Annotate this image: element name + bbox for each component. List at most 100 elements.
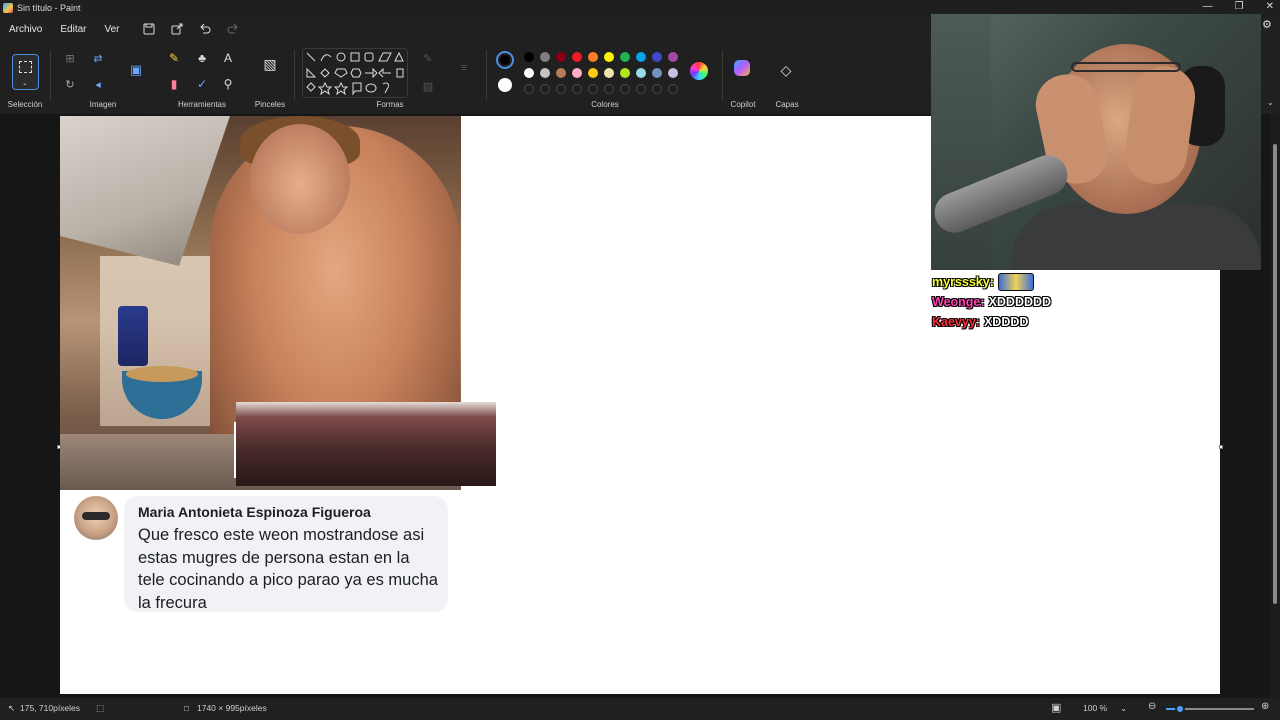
brush-icon[interactable]: ▧: [262, 56, 278, 72]
restore-icon[interactable]: ❐: [1235, 0, 1244, 14]
edit-colors-icon[interactable]: [690, 62, 708, 80]
selection-size-icon: ⬚: [96, 703, 105, 713]
zoom-level[interactable]: 100 %: [1083, 703, 1107, 713]
shapes-gallery[interactable]: [302, 48, 408, 98]
chevron-down-icon: ⌄: [22, 80, 28, 87]
brushes-label: Pinceles: [254, 100, 286, 109]
colors-label: Colores: [591, 100, 619, 109]
tools-group: ✎ ♣ A ▮ ✓ ⚲ Herramientas: [158, 42, 246, 114]
outline-icon[interactable]: ✎: [420, 50, 436, 66]
save-icon[interactable]: [141, 21, 157, 37]
color-swatch[interactable]: [668, 68, 678, 78]
custom-color-slot[interactable]: [604, 84, 614, 94]
resize-handle-right[interactable]: [1219, 445, 1223, 449]
menu-ver[interactable]: Ver: [95, 24, 128, 35]
divider: [50, 50, 51, 100]
fit-to-window-icon[interactable]: ▣: [1051, 701, 1061, 714]
color-swatch[interactable]: [620, 68, 630, 78]
secondary-color[interactable]: [498, 78, 512, 92]
color-swatch[interactable]: [572, 68, 582, 78]
zoom-slider-thumb[interactable]: [1175, 704, 1185, 714]
tools-label: Herramientas: [177, 100, 226, 109]
primary-color[interactable]: [496, 51, 514, 69]
menu-editar[interactable]: Editar: [51, 24, 95, 35]
color-swatch[interactable]: [620, 52, 630, 62]
color-swatch[interactable]: [604, 52, 614, 62]
emote-icon: [997, 273, 1034, 291]
color-swatch[interactable]: [524, 52, 534, 62]
text-icon[interactable]: A: [220, 50, 236, 66]
magnifier-icon[interactable]: ⚲: [220, 76, 236, 92]
color-swatch[interactable]: [540, 68, 550, 78]
divider: [486, 50, 487, 100]
color-swatch[interactable]: [556, 68, 566, 78]
chat-user: Weonge:: [932, 295, 985, 309]
color-swatch[interactable]: [556, 52, 566, 62]
resize-handle-left[interactable]: [57, 445, 61, 449]
resize-icon[interactable]: ⇄: [90, 50, 106, 66]
chat-line: Weonge: XDDDDDD: [932, 292, 1132, 312]
chat-line: myrsssky:: [932, 272, 1132, 292]
menu-archivo[interactable]: Archivo: [0, 24, 51, 35]
custom-color-slot[interactable]: [652, 84, 662, 94]
custom-color-slot[interactable]: [588, 84, 598, 94]
chat-overlay: myrsssky: Weonge: XDDDDDD Kaevyy: XDDDD: [932, 272, 1132, 332]
webcam-overlay: [931, 14, 1261, 270]
custom-color-slot[interactable]: [524, 84, 534, 94]
chat-user: myrsssky:: [932, 275, 994, 289]
eraser-icon[interactable]: ▮: [166, 76, 182, 92]
shapes-group: ✎ ▧ ≡ Formas: [298, 42, 482, 114]
redo-icon[interactable]: [225, 21, 241, 37]
zoom-slider[interactable]: [1166, 704, 1254, 714]
divider: [722, 50, 723, 100]
close-icon[interactable]: ✕: [1266, 0, 1274, 14]
chat-line: Kaevyy: XDDDD: [932, 312, 1132, 332]
settings-icon[interactable]: ⚙: [1262, 18, 1272, 31]
color-swatch[interactable]: [636, 68, 646, 78]
selection-button[interactable]: ⌄: [12, 54, 39, 90]
custom-color-slot[interactable]: [556, 84, 566, 94]
chat-message: XDDDDDD: [988, 295, 1052, 309]
custom-color-slot[interactable]: [572, 84, 582, 94]
color-swatch[interactable]: [604, 68, 614, 78]
canvas-size-icon: □: [184, 703, 190, 713]
share-icon[interactable]: [169, 21, 185, 37]
shape-fill-icon[interactable]: ▧: [420, 78, 436, 94]
color-swatch[interactable]: [572, 52, 582, 62]
zoom-dropdown-icon[interactable]: ⌄: [1120, 703, 1127, 714]
flip-icon[interactable]: ◂: [90, 76, 106, 92]
color-swatch[interactable]: [668, 52, 678, 62]
copilot-icon[interactable]: [734, 60, 750, 76]
copilot-label: Copilot: [730, 100, 756, 109]
custom-color-slot[interactable]: [636, 84, 646, 94]
custom-color-slot[interactable]: [540, 84, 550, 94]
color-swatch[interactable]: [652, 52, 662, 62]
zoom-out-icon[interactable]: ⊖: [1148, 701, 1156, 712]
color-swatch[interactable]: [588, 68, 598, 78]
rotate-icon[interactable]: ↻: [62, 76, 78, 92]
color-swatch[interactable]: [540, 52, 550, 62]
image-select-icon[interactable]: ▣: [128, 62, 144, 78]
scroll-thumb[interactable]: [1273, 144, 1277, 604]
custom-color-slot[interactable]: [668, 84, 678, 94]
custom-color-slot[interactable]: [620, 84, 630, 94]
text-caret: [234, 422, 236, 478]
stroke-size-icon[interactable]: ≡: [456, 60, 472, 76]
color-swatch[interactable]: [588, 52, 598, 62]
crop-icon[interactable]: ⊞: [62, 50, 78, 66]
color-picker-icon[interactable]: ✓: [194, 76, 210, 92]
fill-icon[interactable]: ♣: [194, 50, 210, 66]
color-swatch[interactable]: [652, 68, 662, 78]
ribbon-collapse-icon[interactable]: ⌄: [1267, 98, 1274, 107]
color-swatch[interactable]: [636, 52, 646, 62]
minimize-icon[interactable]: —: [1203, 0, 1213, 14]
layers-icon[interactable]: ◇: [778, 62, 794, 78]
image-label: Imagen: [89, 100, 117, 109]
zoom-in-icon[interactable]: ⊕: [1261, 701, 1269, 712]
window-title: Sin título - Paint: [17, 3, 81, 13]
color-swatch[interactable]: [524, 68, 534, 78]
undo-icon[interactable]: [197, 21, 213, 37]
pencil-icon[interactable]: ✎: [166, 50, 182, 66]
canvas-size: 1740 × 995píxeles: [197, 703, 267, 713]
vertical-scrollbar[interactable]: [1270, 114, 1280, 700]
